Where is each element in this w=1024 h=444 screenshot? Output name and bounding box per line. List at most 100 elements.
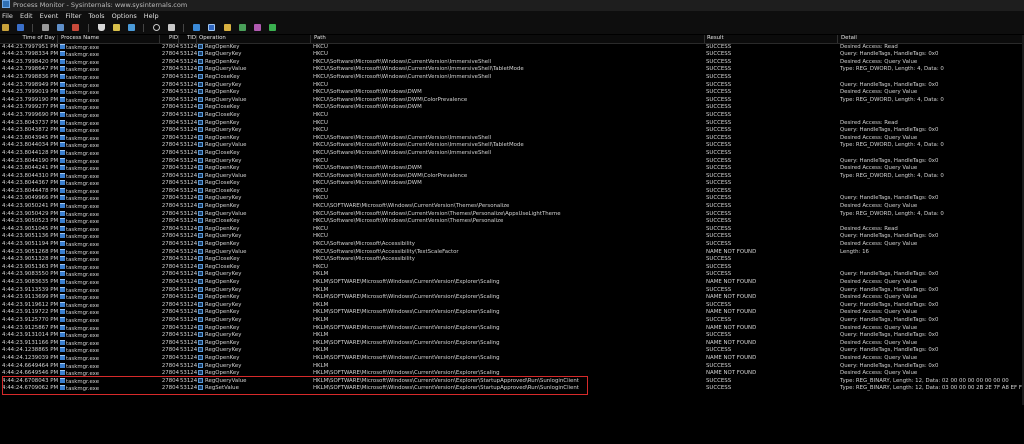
table-row[interactable]: 4:44:23.7999019 PM taskmgr.exe 27804 53124 R… — [0, 89, 1024, 97]
filter-icon[interactable] — [97, 24, 105, 31]
column-header-time[interactable]: Time of Day — [2, 35, 58, 43]
process-tree-icon[interactable] — [193, 24, 201, 31]
table-row[interactable]: 4:44:23.9051328 PM taskmgr.exe 27804 53124 R… — [0, 256, 1024, 264]
table-row[interactable]: 4:44:23.9051136 PM taskmgr.exe 27804 53124 R… — [0, 233, 1024, 241]
menu-tools[interactable]: Tools — [89, 11, 105, 22]
time-cell: 4:44:23.7999190 PM — [2, 97, 58, 105]
table-row[interactable]: 4:44:24.6649546 PM taskmgr.exe 27804 53124 R… — [0, 370, 1024, 378]
table-row[interactable]: 4:44:23.9113699 PM taskmgr.exe 27804 53124 R… — [0, 294, 1024, 302]
result-cell-text: SUCCESS — [706, 210, 732, 217]
table-row[interactable]: 4:44:23.8043737 PM taskmgr.exe 27804 53124 R… — [0, 119, 1024, 128]
column-header-process[interactable]: Process Name — [60, 35, 160, 43]
autoscroll-icon[interactable] — [57, 24, 65, 31]
table-row[interactable]: 4:44:23.9131014 PM taskmgr.exe 27804 53124 R… — [0, 332, 1024, 340]
table-row[interactable]: 4:44:23.9051363 PM taskmgr.exe 27804 53124 R… — [0, 263, 1024, 272]
tid-cell: 53124 — [180, 180, 197, 188]
registry-activity-icon[interactable] — [208, 24, 216, 31]
table-row[interactable]: 4:44:23.8044367 PM taskmgr.exe 27804 53124 R… — [0, 180, 1024, 188]
table-row[interactable]: 4:44:23.9051268 PM taskmgr.exe 27804 53124 R… — [0, 248, 1024, 257]
table-row[interactable]: 4:44:23.9125867 PM taskmgr.exe 27804 53124 R… — [0, 324, 1024, 333]
column-header-pid[interactable]: PID — [160, 35, 179, 43]
path-cell-text: HKLM — [313, 301, 329, 308]
table-row[interactable]: 4:44:23.9119722 PM taskmgr.exe 27804 53124 R… — [0, 309, 1024, 317]
tid-cell-text: 53124 — [180, 172, 197, 179]
menu-help[interactable]: Help — [144, 11, 159, 22]
column-header-operation[interactable]: Operation — [198, 35, 311, 43]
table-row[interactable]: 4:44:23.7998836 PM taskmgr.exe 27804 53124 R… — [0, 73, 1024, 82]
detail-cell: Type: REG_BINARY, Length: 12, Data: 03 0… — [840, 385, 1024, 393]
result-cell-text: NAME NOT FOUND — [706, 370, 757, 377]
process-cell-text: taskmgr.exe — [66, 340, 100, 347]
network-activity-icon[interactable] — [238, 24, 246, 31]
menu-options[interactable]: Options — [112, 11, 137, 22]
table-row[interactable]: 4:44:23.9049966 PM taskmgr.exe 27804 53124 R… — [0, 195, 1024, 203]
pid-cell: 27804 — [160, 135, 179, 143]
clear-icon[interactable] — [72, 24, 80, 31]
taskmgr-process-icon — [60, 316, 65, 322]
table-row[interactable]: 4:44:23.7999277 PM taskmgr.exe 27804 53124 R… — [0, 104, 1024, 112]
table-row[interactable]: 4:44:23.9083635 PM taskmgr.exe 27804 53124 R… — [0, 279, 1024, 287]
table-row[interactable]: 4:44:23.7997951 PM taskmgr.exe 27804 53124 R… — [0, 43, 1024, 52]
operation-cell-text: RegOpenKey — [205, 294, 240, 301]
operation-cell: RegQueryValue — [198, 172, 311, 181]
table-row[interactable]: 4:44:23.8044190 PM taskmgr.exe 27804 53124 R… — [0, 157, 1024, 166]
menu-event[interactable]: Event — [40, 11, 59, 22]
column-header-detail[interactable]: Detail — [840, 35, 1024, 43]
operation-cell: RegQueryValue — [198, 377, 311, 386]
table-row[interactable]: 4:44:23.9113539 PM taskmgr.exe 27804 53124 R… — [0, 286, 1024, 295]
table-row[interactable]: 4:44:23.8044034 PM taskmgr.exe 27804 53124 R… — [0, 142, 1024, 150]
column-header-tid[interactable]: TID — [180, 35, 197, 43]
table-row[interactable]: 4:44:24.1238865 PM taskmgr.exe 27804 53124 R… — [0, 347, 1024, 355]
table-row[interactable]: 4:44:23.8043945 PM taskmgr.exe 27804 53124 R… — [0, 134, 1024, 143]
process-activity-icon[interactable] — [253, 24, 261, 31]
table-row[interactable]: 4:44:23.8044310 PM taskmgr.exe 27804 53124 R… — [0, 172, 1024, 181]
menu-edit[interactable]: Edit — [20, 11, 33, 22]
table-row[interactable]: 4:44:23.8044128 PM taskmgr.exe 27804 53124 R… — [0, 149, 1024, 158]
table-row[interactable]: 4:44:23.7998647 PM taskmgr.exe 27804 53124 R… — [0, 66, 1024, 74]
table-row[interactable]: 4:44:23.9131166 PM taskmgr.exe 27804 53124 R… — [0, 339, 1024, 348]
table-row[interactable]: 4:44:23.9051045 PM taskmgr.exe 27804 53124 R… — [0, 225, 1024, 234]
table-row[interactable]: 4:44:24.6709062 PM taskmgr.exe 27804 53124 R… — [0, 385, 1024, 393]
table-row[interactable]: 4:44:23.9050429 PM taskmgr.exe 27804 53124 R… — [0, 210, 1024, 219]
table-row[interactable]: 4:44:23.8044478 PM taskmgr.exe 27804 53124 R… — [0, 187, 1024, 196]
open-icon[interactable] — [2, 24, 9, 31]
operation-cell-text: RegQueryValue — [205, 142, 247, 149]
table-row[interactable]: 4:44:23.9083550 PM taskmgr.exe 27804 53124 R… — [0, 271, 1024, 279]
table-row[interactable]: 4:44:23.7999690 PM taskmgr.exe 27804 53124 R… — [0, 111, 1024, 120]
highlight-icon[interactable] — [112, 24, 120, 31]
table-row[interactable]: 4:44:23.7998334 PM taskmgr.exe 27804 53124 R… — [0, 51, 1024, 59]
table-row[interactable]: 4:44:23.9051194 PM taskmgr.exe 27804 53124 R… — [0, 241, 1024, 249]
table-row[interactable]: 4:44:23.8044241 PM taskmgr.exe 27804 53124 R… — [0, 165, 1024, 173]
filesystem-activity-icon[interactable] — [223, 24, 231, 31]
table-row[interactable]: 4:44:23.9050241 PM taskmgr.exe 27804 53124 R… — [0, 203, 1024, 211]
pid-cell-text: 27804 — [161, 157, 179, 164]
menu-filter[interactable]: Filter — [65, 11, 81, 22]
table-row[interactable]: 4:44:24.1239039 PM taskmgr.exe 27804 53124 R… — [0, 354, 1024, 363]
include-process-icon[interactable] — [127, 24, 135, 31]
jump-icon[interactable] — [168, 24, 176, 31]
pid-cell-text: 27804 — [161, 263, 179, 270]
operation-cell: RegQueryKey — [198, 332, 311, 340]
table-row[interactable]: 4:44:24.6708043 PM taskmgr.exe 27804 53124 R… — [0, 377, 1024, 386]
event-list[interactable]: Time of Day Process Name PID TID Operati… — [0, 35, 1024, 444]
find-icon[interactable] — [153, 24, 161, 31]
time-cell: 4:44:23.9051268 PM — [2, 249, 58, 257]
table-row[interactable]: 4:44:23.7998420 PM taskmgr.exe 27804 53124 R… — [0, 58, 1024, 67]
time-cell: 4:44:23.9051328 PM — [2, 256, 58, 264]
table-row[interactable]: 4:44:23.9050523 PM taskmgr.exe 27804 53124 R… — [0, 218, 1024, 226]
profiling-activity-icon[interactable] — [268, 24, 276, 31]
table-row[interactable]: 4:44:23.8043872 PM taskmgr.exe 27804 53124 R… — [0, 127, 1024, 135]
table-row[interactable]: 4:44:23.9119612 PM taskmgr.exe 27804 53124 R… — [0, 301, 1024, 310]
time-cell: 4:44:23.9083550 PM — [2, 271, 58, 279]
capture-icon[interactable] — [42, 24, 50, 31]
column-header-path[interactable]: Path — [313, 35, 705, 43]
table-row[interactable]: 4:44:24.6649464 PM taskmgr.exe 27804 53124 R… — [0, 362, 1024, 371]
table-row[interactable]: 4:44:23.7999190 PM taskmgr.exe 27804 53124 R… — [0, 96, 1024, 105]
operation-cell: RegOpenKey — [198, 294, 311, 302]
table-row[interactable]: 4:44:23.9125770 PM taskmgr.exe 27804 53124 R… — [0, 316, 1024, 325]
time-cell: 4:44:23.7997951 PM — [2, 44, 58, 52]
column-header-result[interactable]: Result — [706, 35, 838, 43]
menu-file[interactable]: File — [2, 11, 13, 22]
table-row[interactable]: 4:44:23.7998949 PM taskmgr.exe 27804 53124 R… — [0, 81, 1024, 90]
save-icon[interactable] — [17, 24, 25, 31]
